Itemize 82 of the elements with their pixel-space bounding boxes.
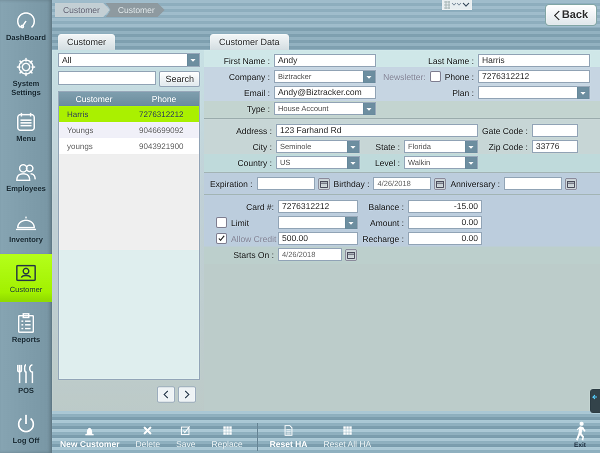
- breadcrumb-item[interactable]: Customer: [55, 3, 110, 17]
- field-label: Expiration :: [210, 178, 253, 188]
- text-field[interactable]: 0.00: [408, 232, 482, 245]
- caret-icon: [465, 156, 477, 168]
- field-label: Company :: [228, 72, 270, 82]
- power-icon: [15, 412, 37, 435]
- close-icon: [142, 425, 154, 436]
- document-icon: [283, 425, 294, 436]
- date-field[interactable]: [504, 177, 562, 190]
- clipboard-icon: [15, 312, 37, 334]
- chevron-left-icon: [554, 10, 560, 20]
- people-icon: [15, 161, 37, 184]
- field-label: State :: [375, 142, 400, 152]
- dropdown-field[interactable]: [478, 86, 590, 99]
- text-field[interactable]: 33776: [532, 140, 578, 153]
- filter-dropdown[interactable]: All: [58, 53, 200, 67]
- field-label: Plan :: [452, 88, 474, 98]
- field-label: Gate Code :: [482, 126, 528, 136]
- field-label: Anniversary :: [450, 178, 500, 188]
- checkbox[interactable]: [216, 217, 227, 228]
- field-label: Zip Code :: [488, 142, 528, 152]
- field-label: Address :: [236, 126, 272, 136]
- caret-icon: [363, 70, 375, 82]
- text-field[interactable]: Andy: [274, 54, 376, 67]
- field-label: Birthday :: [334, 178, 370, 188]
- text-field[interactable]: -15.00: [408, 200, 482, 213]
- caret-icon: [577, 86, 589, 98]
- field-label: First Name :: [224, 56, 270, 66]
- bell-icon: [84, 425, 96, 436]
- search-button[interactable]: Search: [159, 71, 200, 87]
- text-field[interactable]: 7276312212: [478, 70, 590, 83]
- text-field[interactable]: 123 Farhand Rd: [276, 124, 478, 137]
- calendar-icon: [15, 111, 37, 133]
- caret-icon: [347, 156, 359, 168]
- text-field[interactable]: 500.00: [278, 232, 358, 245]
- checkbox-icon: [180, 425, 192, 436]
- column-header: Phone: [150, 94, 178, 104]
- field-label: Phone :: [444, 72, 474, 82]
- field-label: Type :: [246, 104, 270, 114]
- column-header: Customer: [74, 94, 114, 104]
- field-label: Balance :: [368, 202, 404, 212]
- side-tab-icon[interactable]: [590, 389, 600, 413]
- text-field[interactable]: [532, 124, 578, 137]
- customer-row[interactable]: youngs 9043921900: [59, 138, 199, 154]
- panel-tab[interactable]: Customer Data: [210, 34, 289, 50]
- previous-icon[interactable]: [157, 386, 175, 403]
- caret-icon: [187, 54, 199, 66]
- caret-icon: [347, 140, 359, 152]
- calendar-icon[interactable]: [434, 178, 446, 190]
- grid-icon: [222, 425, 233, 436]
- back-button[interactable]: Back: [545, 4, 597, 26]
- caret-icon: [345, 216, 357, 228]
- field-label: Email :: [244, 88, 270, 98]
- field-label: Last Name :: [428, 56, 474, 66]
- customer-row[interactable]: Harris 7276312212: [59, 106, 199, 122]
- gear-icon: [15, 56, 37, 78]
- search-field[interactable]: [58, 71, 156, 85]
- calendar-icon[interactable]: [318, 178, 330, 190]
- field-label: Country :: [238, 158, 272, 168]
- calendar-icon[interactable]: [345, 248, 357, 260]
- next-icon[interactable]: [178, 386, 196, 403]
- calendar-icon[interactable]: [565, 178, 578, 190]
- field-label: Starts On :: [233, 250, 274, 260]
- text-field[interactable]: 0.00: [408, 216, 482, 229]
- grid-chevron-icon[interactable]: [442, 0, 472, 10]
- customer-row[interactable]: Youngs 9046699092: [59, 122, 199, 138]
- text-field[interactable]: Harris: [478, 54, 590, 67]
- panel-tab[interactable]: Customer: [58, 34, 116, 50]
- dropdown-field[interactable]: [278, 216, 358, 229]
- field-label: Recharge :: [362, 234, 404, 244]
- field-label: Amount :: [370, 218, 404, 228]
- field-label: Newsletter:: [383, 72, 426, 82]
- caret-icon: [465, 140, 477, 152]
- checkbox-label[interactable]: Limit: [231, 218, 249, 228]
- text-field[interactable]: Andy@Biztracker.com: [274, 86, 376, 99]
- caret-icon: [363, 102, 375, 114]
- date-field[interactable]: [256, 177, 315, 190]
- field-label: Card #:: [246, 202, 274, 212]
- grid-icon: [342, 425, 353, 436]
- text-field[interactable]: 7276312212: [278, 200, 358, 213]
- field-label: Level :: [374, 158, 400, 168]
- field-label: City :: [252, 142, 272, 152]
